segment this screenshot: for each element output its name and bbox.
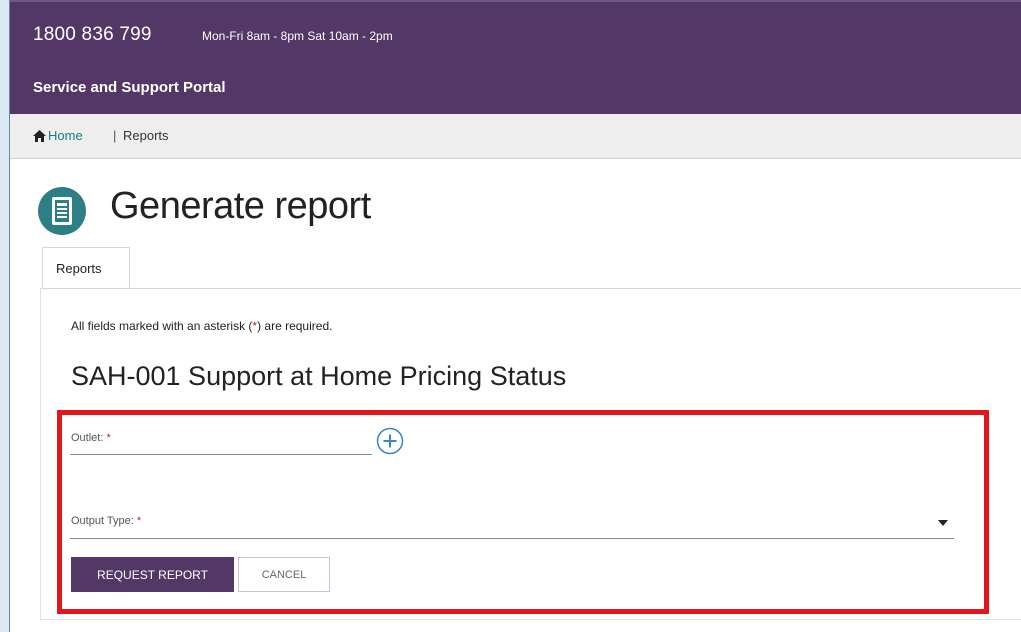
page-title: Generate report xyxy=(110,185,371,227)
request-report-button[interactable]: REQUEST REPORT xyxy=(71,557,234,592)
tab-reports-label: Reports xyxy=(56,261,102,276)
breadcrumb: Home | Reports xyxy=(10,114,1021,159)
breadcrumb-separator: | xyxy=(113,128,117,143)
report-title: SAH-001 Support at Home Pricing Status xyxy=(71,361,567,391)
portal-window: 1800 836 799 Mon-Fri 8am - 8pm Sat 10am … xyxy=(9,0,1021,632)
output-type-label: Output Type: * xyxy=(71,515,141,527)
support-hours: Mon-Fri 8am - 8pm Sat 10am - 2pm xyxy=(202,29,393,43)
tab-reports[interactable]: Reports xyxy=(42,247,130,289)
required-note-prefix: All fields marked with an asterisk ( xyxy=(71,319,253,333)
portal-title[interactable]: Service and Support Portal xyxy=(33,79,226,96)
output-type-select[interactable] xyxy=(70,538,954,539)
outlet-label: Outlet: * xyxy=(71,432,111,444)
outlet-label-text: Outlet: xyxy=(71,432,104,444)
breadcrumb-current: Reports xyxy=(123,128,169,143)
breadcrumb-home-link[interactable]: Home xyxy=(48,128,83,143)
caret-down-icon[interactable] xyxy=(938,520,948,526)
add-circle-icon[interactable] xyxy=(376,427,404,455)
cancel-button[interactable]: CANCEL xyxy=(238,557,330,592)
outlet-required-marker: * xyxy=(106,432,111,444)
required-fields-note: All fields marked with an asterisk (*) a… xyxy=(71,319,332,333)
required-note-suffix: ) are required. xyxy=(257,319,333,333)
report-icon xyxy=(38,187,86,235)
home-icon[interactable] xyxy=(33,130,46,142)
top-header-bar: 1800 836 799 Mon-Fri 8am - 8pm Sat 10am … xyxy=(10,0,1021,116)
outlet-input[interactable] xyxy=(70,454,372,455)
support-phone-number[interactable]: 1800 836 799 xyxy=(33,24,152,46)
output-type-label-text: Output Type: xyxy=(71,515,134,527)
output-type-required-marker: * xyxy=(136,515,142,527)
